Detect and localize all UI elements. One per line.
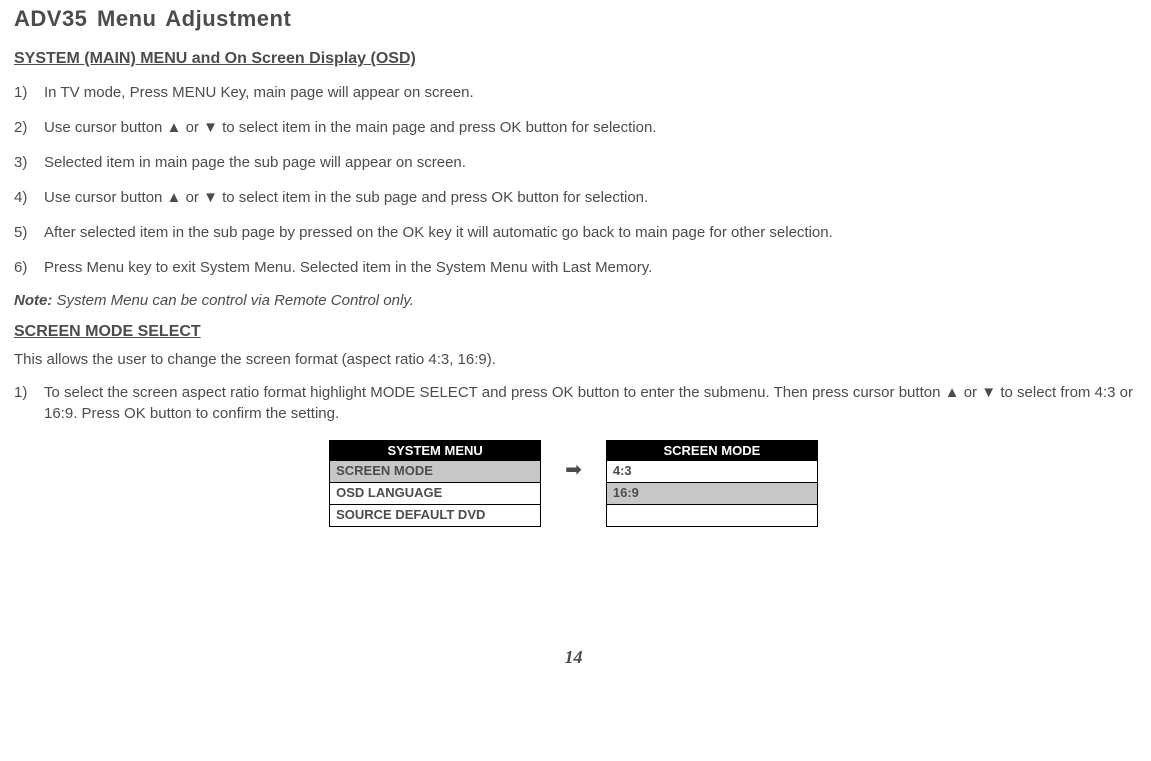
screen-mode-menu-item: 16:9 — [607, 482, 817, 504]
screen-mode-menu-item — [607, 504, 817, 526]
list-item: In TV mode, Press MENU Key, main page wi… — [14, 82, 1133, 103]
menu-diagram: SYSTEM MENU SCREEN MODE OSD LANGUAGE SOU… — [14, 440, 1133, 527]
steps-screen-list: To select the screen aspect ratio format… — [14, 382, 1133, 424]
system-menu-item: SOURCE DEFAULT DVD — [330, 504, 540, 526]
screen-mode-menu-item: 4:3 — [607, 460, 817, 482]
steps-main-list: In TV mode, Press MENU Key, main page wi… — [14, 82, 1133, 278]
arrow-column: ➡ — [565, 440, 582, 480]
heading-system-menu: SYSTEM (MAIN) MENU and On Screen Display… — [14, 50, 1133, 68]
list-item: Use cursor button ▲ or ▼ to select item … — [14, 187, 1133, 208]
heading-screen-mode: SCREEN MODE SELECT — [14, 323, 1133, 341]
arrow-right-icon: ➡ — [565, 460, 582, 480]
note-label: Note: — [14, 292, 52, 309]
page-title: ADV35 Menu Adjustment — [14, 6, 1133, 32]
screen-intro: This allows the user to change the scree… — [14, 351, 1133, 368]
system-menu-box: SYSTEM MENU SCREEN MODE OSD LANGUAGE SOU… — [329, 440, 541, 527]
system-menu-header: SYSTEM MENU — [330, 441, 540, 460]
screen-mode-menu-header: SCREEN MODE — [607, 441, 817, 460]
list-item: After selected item in the sub page by p… — [14, 222, 1133, 243]
note-text: System Menu can be control via Remote Co… — [52, 292, 414, 309]
note: Note: System Menu can be control via Rem… — [14, 292, 1133, 309]
list-item: Selected item in main page the sub page … — [14, 152, 1133, 173]
list-item: To select the screen aspect ratio format… — [14, 382, 1133, 424]
list-item: Use cursor button ▲ or ▼ to select item … — [14, 117, 1133, 138]
list-item: Press Menu key to exit System Menu. Sele… — [14, 257, 1133, 278]
system-menu-item: SCREEN MODE — [330, 460, 540, 482]
system-menu-item: OSD LANGUAGE — [330, 482, 540, 504]
screen-mode-menu-box: SCREEN MODE 4:3 16:9 — [606, 440, 818, 527]
page-number: 14 — [14, 647, 1133, 668]
